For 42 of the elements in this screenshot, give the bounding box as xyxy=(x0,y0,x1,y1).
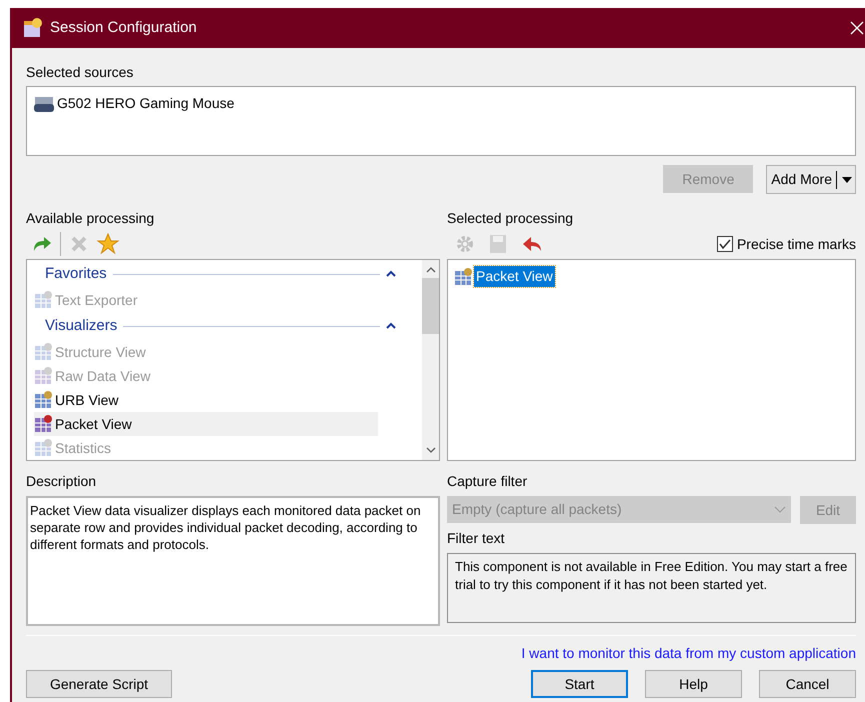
table-icon xyxy=(34,391,54,409)
window-title: Session Configuration xyxy=(50,18,197,38)
section-label: Selected processing xyxy=(447,209,574,228)
table-icon xyxy=(34,415,54,433)
app-icon xyxy=(22,17,44,39)
section-label: Selected sources xyxy=(26,63,134,82)
dropdown-arrow-icon xyxy=(841,176,853,184)
add-more-button[interactable]: Add More xyxy=(766,165,856,194)
collapse-icon[interactable] xyxy=(386,322,396,330)
section-label: Available processing xyxy=(26,209,156,228)
table-icon xyxy=(34,439,54,457)
table-icon xyxy=(454,268,474,286)
button[interactable]: Cancel xyxy=(759,670,856,698)
table-icon xyxy=(34,343,54,361)
table-icon xyxy=(34,367,54,385)
group-header: Visualizers xyxy=(45,316,118,336)
filter-text-box: This component is not available in Free Edition. You may start a free trial to try this component if it has not been started yet. xyxy=(447,553,856,623)
arrow-forward-icon[interactable] xyxy=(32,235,52,253)
scroll-thumb[interactable] xyxy=(422,278,439,334)
description-box: Packet View data visualizer displays each monitored data packet on separate row and provides individual packet decoding, according to different formats and protocols. xyxy=(26,496,440,626)
processing-item[interactable]: URB View xyxy=(34,388,378,412)
undo-icon[interactable] xyxy=(521,235,543,253)
device-icon xyxy=(33,94,55,112)
button[interactable]: Start xyxy=(531,670,628,698)
processing-item[interactable]: Packet View xyxy=(34,412,378,436)
collapse-icon[interactable] xyxy=(386,270,396,278)
close-icon[interactable] xyxy=(850,21,864,35)
section-label: Filter text xyxy=(447,529,506,548)
star-icon[interactable] xyxy=(97,233,119,255)
source-item[interactable]: G502 HERO Gaming Mouse xyxy=(57,93,234,114)
section-label: Description xyxy=(26,472,98,491)
button[interactable]: Generate Script xyxy=(26,670,172,698)
custom-application-link[interactable]: I want to monitor this data from my custom application xyxy=(521,643,856,664)
checkbox-label: Precise time marks xyxy=(736,234,856,254)
scrollbar[interactable] xyxy=(422,260,439,460)
chevron-down-icon xyxy=(774,506,786,514)
group-header: Favorites xyxy=(45,264,107,284)
processing-item[interactable]: Packet View xyxy=(474,266,555,287)
section-label: Capture filter xyxy=(447,472,528,491)
table-icon xyxy=(34,291,54,309)
checkbox[interactable] xyxy=(716,236,733,252)
button[interactable]: Help xyxy=(645,670,742,698)
